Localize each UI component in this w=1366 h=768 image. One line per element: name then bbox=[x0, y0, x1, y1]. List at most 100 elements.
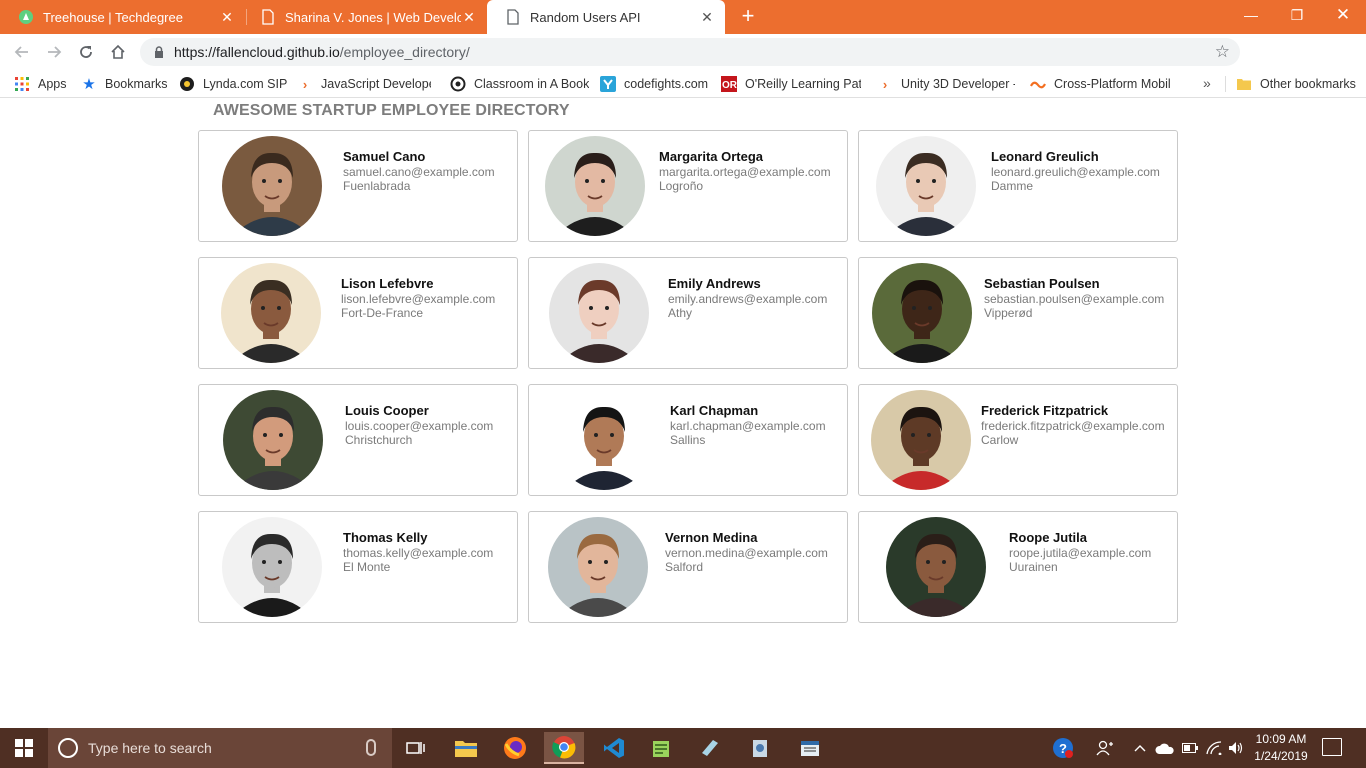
bookmark-bookmarks[interactable]: ★ Bookmarks bbox=[81, 75, 167, 93]
employee-info: Lison Lefebvre lison.lefebvre@example.com… bbox=[341, 276, 495, 320]
restore-button[interactable]: ❐ bbox=[1274, 0, 1320, 30]
employee-card[interactable]: Margarita Ortega margarita.ortega@example… bbox=[528, 130, 848, 242]
start-button[interactable] bbox=[0, 728, 48, 768]
tab-title: Sharina V. Jones | Web Developer bbox=[285, 9, 461, 25]
avatar bbox=[871, 390, 971, 490]
employee-info: Frederick Fitzpatrick frederick.fitzpatri… bbox=[981, 403, 1165, 447]
employee-card[interactable]: Leonard Greulich leonard.greulich@example… bbox=[858, 130, 1178, 242]
employee-name: Sebastian Poulsen bbox=[984, 276, 1100, 291]
page-content: AWESOME STARTUP EMPLOYEE DIRECTORY Samue… bbox=[0, 99, 1366, 728]
employee-card[interactable]: Louis Cooper louis.cooper@example.com Chri… bbox=[198, 384, 518, 496]
avatar bbox=[223, 390, 323, 490]
forward-button[interactable] bbox=[42, 40, 66, 64]
employee-city: El Monte bbox=[343, 560, 391, 574]
employee-card[interactable]: Sebastian Poulsen sebastian.poulsen@examp… bbox=[858, 257, 1178, 369]
employee-city: Athy bbox=[668, 306, 693, 320]
employee-info: Louis Cooper louis.cooper@example.com Chri… bbox=[345, 403, 493, 447]
url-text: https://fallencloud.github.io/employee_d… bbox=[174, 44, 470, 60]
task-view-icon[interactable] bbox=[396, 732, 436, 764]
bookmark-star-icon[interactable]: ☆ bbox=[1215, 43, 1230, 61]
employee-card[interactable]: Vernon Medina vernon.medina@example.com Sa… bbox=[528, 511, 848, 623]
people-icon[interactable] bbox=[1094, 728, 1116, 768]
tab-title: Treehouse | Techdegree bbox=[43, 9, 183, 25]
bookmark-classroom[interactable]: Classroom in A Book bbox=[450, 75, 589, 93]
bookmark-cross-platform[interactable]: Cross-Platform Mobil bbox=[1030, 75, 1170, 93]
bookmark-javascript[interactable]: › JavaScript Developer bbox=[297, 75, 431, 93]
notepad-plus-icon[interactable] bbox=[641, 732, 681, 764]
tab-treehouse[interactable]: Treehouse | Techdegree ✕ bbox=[0, 0, 245, 34]
close-icon[interactable]: ✕ bbox=[699, 9, 715, 25]
app-icon[interactable] bbox=[790, 732, 830, 764]
reload-button[interactable] bbox=[74, 40, 98, 64]
address-bar[interactable]: https://fallencloud.github.io/employee_d… bbox=[140, 38, 1240, 66]
taskbar-search[interactable]: Type here to search bbox=[48, 728, 392, 768]
employee-card[interactable]: Samuel Cano samuel.cano@example.com Fuenla… bbox=[198, 130, 518, 242]
employee-card[interactable]: Karl Chapman karl.chapman@example.com Sall… bbox=[528, 384, 848, 496]
avatar bbox=[548, 517, 648, 617]
bookmark-lynda[interactable]: Lynda.com SIP bbox=[179, 75, 287, 93]
bookmark-label: Unity 3D Developer - bbox=[901, 77, 1015, 91]
employee-name: Leonard Greulich bbox=[991, 149, 1099, 164]
bookmark-codefights[interactable]: codefights.com bbox=[600, 75, 708, 93]
back-button[interactable] bbox=[10, 40, 34, 64]
employee-email: samuel.cano@example.com bbox=[343, 165, 495, 179]
bookmark-label: Other bookmarks bbox=[1260, 77, 1356, 91]
file-explorer-icon[interactable] bbox=[446, 732, 486, 764]
bookmarks-overflow-button[interactable]: » bbox=[1203, 75, 1211, 91]
employee-name: Margarita Ortega bbox=[659, 149, 764, 164]
bookmark-other[interactable]: Other bookmarks bbox=[1236, 75, 1356, 93]
employee-city: Fort-De-France bbox=[341, 306, 424, 320]
avatar bbox=[222, 517, 322, 617]
employee-card[interactable]: Lison Lefebvre lison.lefebvre@example.com… bbox=[198, 257, 518, 369]
battery-icon[interactable] bbox=[1180, 728, 1200, 768]
employee-email: vernon.medina@example.com bbox=[665, 546, 828, 560]
action-center-icon[interactable] bbox=[1322, 738, 1342, 756]
microphone-icon[interactable] bbox=[366, 739, 376, 756]
chrome-icon[interactable] bbox=[544, 732, 584, 764]
bookmark-label: Lynda.com SIP bbox=[203, 77, 288, 91]
tab-random-users[interactable]: Random Users API ✕ bbox=[487, 0, 725, 34]
employee-email: leonard.greulich@example.com bbox=[991, 165, 1160, 179]
employee-card[interactable]: Roope Jutila roope.jutila@example.com Uura… bbox=[858, 511, 1178, 623]
bookmark-label: Cross-Platform Mobil bbox=[1054, 77, 1170, 91]
avatar bbox=[222, 136, 322, 236]
system-clock[interactable]: 10:09 AM 1/24/2019 bbox=[1250, 731, 1312, 765]
close-icon[interactable]: ✕ bbox=[219, 9, 235, 25]
page-title: AWESOME STARTUP EMPLOYEE DIRECTORY bbox=[213, 102, 570, 119]
firefox-icon[interactable] bbox=[495, 732, 535, 764]
treehouse-bookmark-icon: › bbox=[302, 76, 308, 92]
employee-name: Samuel Cano bbox=[343, 149, 426, 164]
employee-card[interactable]: Emily Andrews emily.andrews@example.com At… bbox=[528, 257, 848, 369]
bookmark-oreilly[interactable]: OR O'Reilly Learning Path bbox=[721, 75, 861, 93]
chevron-up-icon[interactable] bbox=[1130, 728, 1150, 768]
employee-name: Frederick Fitzpatrick bbox=[981, 403, 1109, 418]
bookmark-unity[interactable]: › Unity 3D Developer - bbox=[877, 75, 1015, 93]
browser-toolbar: https://fallencloud.github.io/employee_d… bbox=[0, 34, 1366, 96]
vscode-icon[interactable] bbox=[594, 732, 634, 764]
close-window-button[interactable]: ✕ bbox=[1320, 0, 1366, 30]
bookmark-apps[interactable]: Apps bbox=[14, 75, 67, 93]
new-tab-button[interactable]: + bbox=[737, 5, 759, 27]
home-button[interactable] bbox=[106, 40, 130, 64]
url-path: /employee_directory/ bbox=[339, 44, 470, 60]
close-icon[interactable]: ✕ bbox=[461, 9, 477, 25]
onedrive-icon[interactable] bbox=[1154, 728, 1176, 768]
help-icon[interactable]: ? bbox=[1050, 728, 1076, 768]
employee-card[interactable]: Frederick Fitzpatrick frederick.fitzpatri… bbox=[858, 384, 1178, 496]
wifi-icon[interactable] bbox=[1204, 728, 1224, 768]
employee-city: Logroño bbox=[659, 179, 704, 193]
employee-city: Salford bbox=[665, 560, 704, 574]
employee-email: sebastian.poulsen@example.com bbox=[984, 292, 1165, 306]
avatar bbox=[545, 136, 645, 236]
minimize-button[interactable]: — bbox=[1228, 0, 1274, 30]
tab-sharina[interactable]: Sharina V. Jones | Web Developer ✕ bbox=[242, 0, 487, 34]
volume-icon[interactable] bbox=[1226, 728, 1246, 768]
search-placeholder: Type here to search bbox=[88, 740, 212, 756]
employee-email: karl.chapman@example.com bbox=[670, 419, 826, 433]
app-icon[interactable] bbox=[690, 732, 730, 764]
employee-name: Lison Lefebvre bbox=[341, 276, 434, 291]
app-icon[interactable] bbox=[740, 732, 780, 764]
oreilly-icon: OR bbox=[721, 76, 737, 92]
employee-card[interactable]: Thomas Kelly thomas.kelly@example.com El M… bbox=[198, 511, 518, 623]
employee-name: Thomas Kelly bbox=[343, 530, 428, 545]
